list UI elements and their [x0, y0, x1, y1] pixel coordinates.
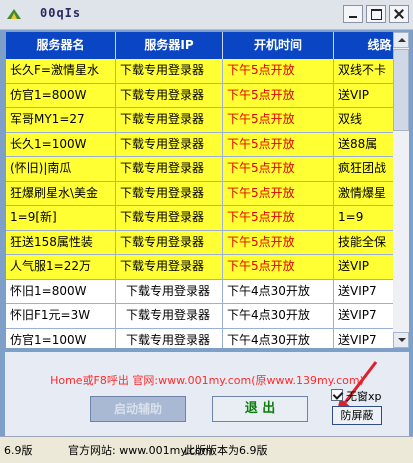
- scroll-up-icon[interactable]: [393, 32, 409, 48]
- table-row[interactable]: 长久F=激情星水 下载专用登录器 下午5点开放 双线不卡: [6, 59, 393, 84]
- line-cell: 疯狂团战: [334, 157, 393, 181]
- line-cell: 送VIP: [334, 255, 393, 279]
- server-name-cell: 长久1=100W: [6, 132, 116, 156]
- server-ip-cell: 下载专用登录器: [116, 181, 223, 205]
- server-name-cell: 狂爆刷星水\美金: [6, 181, 116, 205]
- open-time-cell: 下午5点开放: [223, 255, 334, 279]
- server-list[interactable]: 服务器名 服务器IP 开机时间 线路 长久F=激情星水 下载专用登录器 下午5点开放…: [6, 32, 393, 348]
- open-time-cell: 下午5点开放: [223, 230, 334, 254]
- open-time-cell: 下午4点30开放: [223, 279, 334, 303]
- server-name-cell: 怀旧F1元=3W: [6, 304, 116, 328]
- list-header: 服务器名 服务器IP 开机时间 线路: [6, 32, 393, 59]
- line-cell: 激情爆星: [334, 182, 393, 206]
- column-header-name[interactable]: 服务器名: [6, 32, 116, 59]
- table-row[interactable]: 仿官1=100W 下载专用登录器 下午4点30开放 送VIP7: [6, 328, 393, 349]
- table-row[interactable]: 狂送158属性装 下载专用登录器 下午5点开放 技能全保: [6, 230, 393, 255]
- server-name-cell: (怀旧)|南瓜: [6, 157, 116, 181]
- column-header-ip[interactable]: 服务器IP: [116, 32, 223, 59]
- server-name-cell: 长久F=激情星水: [6, 59, 116, 83]
- maximize-button[interactable]: [366, 5, 386, 23]
- line-cell: 1=9: [334, 206, 393, 230]
- server-ip-cell: 下载专用登录器: [116, 255, 223, 279]
- server-name-cell: 军哥MY1=27: [6, 108, 116, 132]
- line-cell: 送VIP7: [334, 304, 393, 328]
- scroll-down-icon[interactable]: [393, 332, 409, 348]
- table-row[interactable]: 狂爆刷星水\美金 下载专用登录器 下午5点开放 激情爆星: [6, 181, 393, 206]
- line-cell: 送88属: [334, 133, 393, 157]
- open-time-cell: 下午5点开放: [223, 83, 334, 107]
- title-bar: 00qIs: [0, 0, 413, 30]
- server-ip-cell: 下载专用登录器: [116, 59, 223, 83]
- exit-button[interactable]: 退 出: [212, 396, 308, 422]
- line-cell: 双线: [334, 108, 393, 132]
- table-row[interactable]: 怀旧F1元=3W 下载专用登录器 下午4点30开放 送VIP7: [6, 304, 393, 329]
- open-time-cell: 下午5点开放: [223, 181, 334, 205]
- server-ip-cell: 下载专用登录器: [116, 157, 223, 181]
- no-window-xp-checkbox[interactable]: [331, 389, 343, 401]
- server-ip-cell: 下载专用登录器: [116, 108, 223, 132]
- line-cell: 送VIP7: [334, 280, 393, 304]
- close-button[interactable]: [389, 5, 409, 23]
- table-row[interactable]: 1=9[新] 下载专用登录器 下午5点开放 1=9: [6, 206, 393, 231]
- server-name-cell: 仿官1=800W: [6, 83, 116, 107]
- status-bar: 6.9版 官方网站: www.001my.com 此版版本为6.9版: [0, 436, 413, 463]
- server-ip-cell: 下载专用登录器: [116, 206, 223, 230]
- open-time-cell: 下午5点开放: [223, 59, 334, 83]
- line-cell: 送VIP: [334, 84, 393, 108]
- server-ip-cell: 下载专用登录器: [116, 304, 223, 328]
- server-ip-cell: 下载专用登录器: [116, 230, 223, 254]
- server-name-cell: 怀旧1=800W: [6, 279, 116, 303]
- list-rows: 长久F=激情星水 下载专用登录器 下午5点开放 双线不卡 仿官1=800W 下载专用登录器…: [6, 59, 393, 348]
- open-time-cell: 下午5点开放: [223, 206, 334, 230]
- open-time-cell: 下午5点开放: [223, 132, 334, 156]
- status-version: 6.9版: [4, 444, 33, 457]
- status-note: 此版版本为6.9版: [184, 444, 268, 457]
- server-name-cell: 人气服1=22万: [6, 255, 116, 279]
- table-row[interactable]: (怀旧)|南瓜 下载专用登录器 下午5点开放 疯狂团战: [6, 157, 393, 182]
- column-header-line[interactable]: 线路: [334, 32, 393, 59]
- table-row[interactable]: 怀旧1=800W 下载专用登录器 下午4点30开放 送VIP7: [6, 279, 393, 304]
- table-row[interactable]: 仿官1=800W 下载专用登录器 下午5点开放 送VIP: [6, 83, 393, 108]
- server-name-cell: 狂送158属性装: [6, 230, 116, 254]
- table-row[interactable]: 长久1=100W 下载专用登录器 下午5点开放 送88属: [6, 132, 393, 157]
- no-window-xp-label: 无窗xp: [346, 390, 382, 403]
- table-row[interactable]: 人气服1=22万 下载专用登录器 下午5点开放 送VIP: [6, 255, 393, 280]
- minimize-button[interactable]: [343, 5, 363, 23]
- open-time-cell: 下午4点30开放: [223, 304, 334, 328]
- anti-block-button[interactable]: 防屏蔽: [332, 406, 382, 425]
- app-icon: [7, 9, 21, 19]
- column-header-time[interactable]: 开机时间: [223, 32, 334, 59]
- open-time-cell: 下午5点开放: [223, 108, 334, 132]
- scroll-thumb[interactable]: [393, 49, 409, 131]
- vertical-scrollbar[interactable]: [393, 32, 409, 348]
- window-title: 00qIs: [40, 6, 82, 20]
- open-time-cell: 下午4点30开放: [223, 328, 334, 348]
- server-name-cell: 仿官1=100W: [6, 328, 116, 348]
- server-ip-cell: 下载专用登录器: [116, 279, 223, 303]
- server-ip-cell: 下载专用登录器: [116, 328, 223, 348]
- line-cell: 送VIP7: [334, 329, 393, 349]
- line-cell: 技能全保: [334, 231, 393, 255]
- line-cell: 双线不卡: [334, 59, 393, 83]
- server-ip-cell: 下载专用登录器: [116, 83, 223, 107]
- server-name-cell: 1=9[新]: [6, 206, 116, 230]
- start-assist-button[interactable]: 启动辅助: [90, 396, 186, 422]
- server-ip-cell: 下载专用登录器: [116, 132, 223, 156]
- table-row[interactable]: 军哥MY1=27 下载专用登录器 下午5点开放 双线: [6, 108, 393, 133]
- open-time-cell: 下午5点开放: [223, 157, 334, 181]
